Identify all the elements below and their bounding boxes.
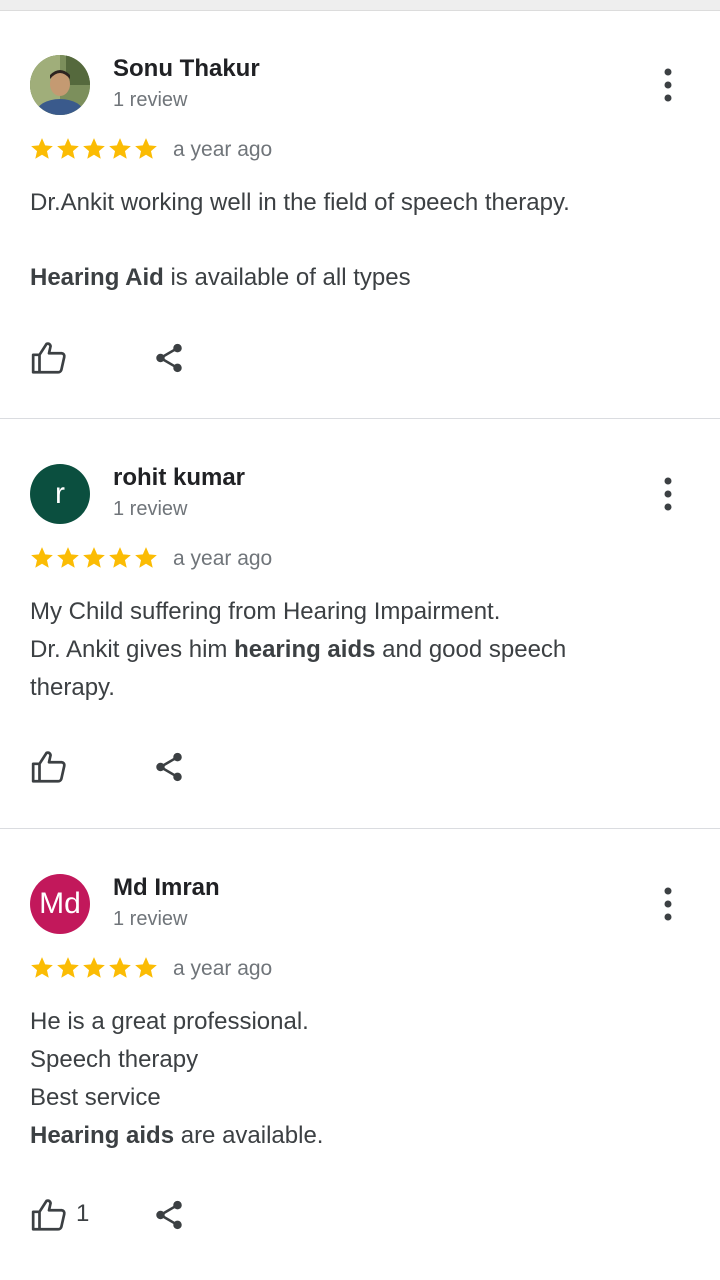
avatar-letter: r (55, 477, 65, 510)
star-icon (135, 547, 157, 568)
review-card: Sonu Thakur 1 review a year ago Dr.Ankit… (0, 10, 720, 419)
review-line: Dr.Ankit working well in the field of sp… (30, 189, 570, 216)
more-vert-icon[interactable] (656, 477, 680, 511)
review-text: My Child suffering from Hearing Impairme… (30, 593, 630, 707)
review-time: a year ago (173, 138, 273, 161)
review-line: My Child suffering from Hearing Impairme… (30, 598, 501, 625)
review-text: He is a great professional. Speech thera… (30, 1003, 690, 1155)
review-line-rest: is available of all types (163, 264, 411, 291)
thumb-up-icon[interactable] (30, 339, 68, 377)
bold-keyword: hearing aids (234, 636, 376, 663)
avatar-letter: Md (39, 887, 81, 920)
review-time: a year ago (173, 547, 273, 570)
star-rating (29, 955, 159, 981)
review-line: Dr. Ankit gives him hearing aids and goo… (30, 631, 630, 707)
review-line: Best service (30, 1084, 161, 1111)
reviewer-name[interactable]: rohit kumar (113, 464, 245, 492)
reviewer-name[interactable]: Sonu Thakur (113, 55, 260, 83)
avatar[interactable]: r (30, 464, 90, 524)
like-count: 1 (76, 1200, 90, 1227)
star-icon (109, 957, 131, 978)
avatar[interactable] (30, 55, 90, 115)
star-rating (29, 136, 159, 162)
review-count: 1 review (113, 908, 188, 930)
review-line: He is a great professional. (30, 1008, 309, 1035)
star-icon (31, 138, 53, 159)
review-card: Md Md Imran 1 review a year ago He is a … (0, 829, 720, 1264)
share-icon[interactable] (152, 1196, 186, 1234)
avatar[interactable]: Md (30, 874, 90, 934)
star-icon (135, 957, 157, 978)
review-count: 1 review (113, 89, 188, 111)
bold-keyword: Hearing Aid (30, 264, 164, 291)
star-icon (83, 547, 105, 568)
share-icon[interactable] (152, 748, 186, 786)
share-icon[interactable] (152, 339, 186, 377)
more-vert-icon[interactable] (656, 68, 680, 102)
review-line-pre: Dr. Ankit gives him (30, 636, 235, 663)
thumb-up-icon[interactable] (30, 1196, 68, 1234)
review-line-rest: are available. (174, 1122, 324, 1149)
star-rating (29, 545, 159, 571)
review-line: Hearing Aid is available of all types (30, 259, 690, 297)
review-line: Speech therapy (30, 1046, 199, 1073)
star-icon (57, 138, 79, 159)
review-count: 1 review (113, 498, 188, 520)
star-icon (109, 547, 131, 568)
star-icon (31, 547, 53, 568)
star-icon (109, 138, 131, 159)
review-text: Dr.Ankit working well in the field of sp… (30, 184, 690, 297)
bold-keyword: Hearing aids (30, 1122, 175, 1149)
more-vert-icon[interactable] (656, 887, 680, 921)
star-icon (57, 957, 79, 978)
thumb-up-icon[interactable] (30, 748, 68, 786)
review-line: Hearing aids are available. (30, 1117, 690, 1155)
star-icon (83, 138, 105, 159)
review-time: a year ago (173, 957, 273, 980)
reviewer-name[interactable]: Md Imran (113, 874, 220, 902)
star-icon (135, 138, 157, 159)
review-card: r rohit kumar 1 review a year ago My Chi… (0, 419, 720, 829)
avatar-photo (30, 55, 90, 115)
star-icon (57, 547, 79, 568)
star-icon (31, 957, 53, 978)
star-icon (83, 957, 105, 978)
